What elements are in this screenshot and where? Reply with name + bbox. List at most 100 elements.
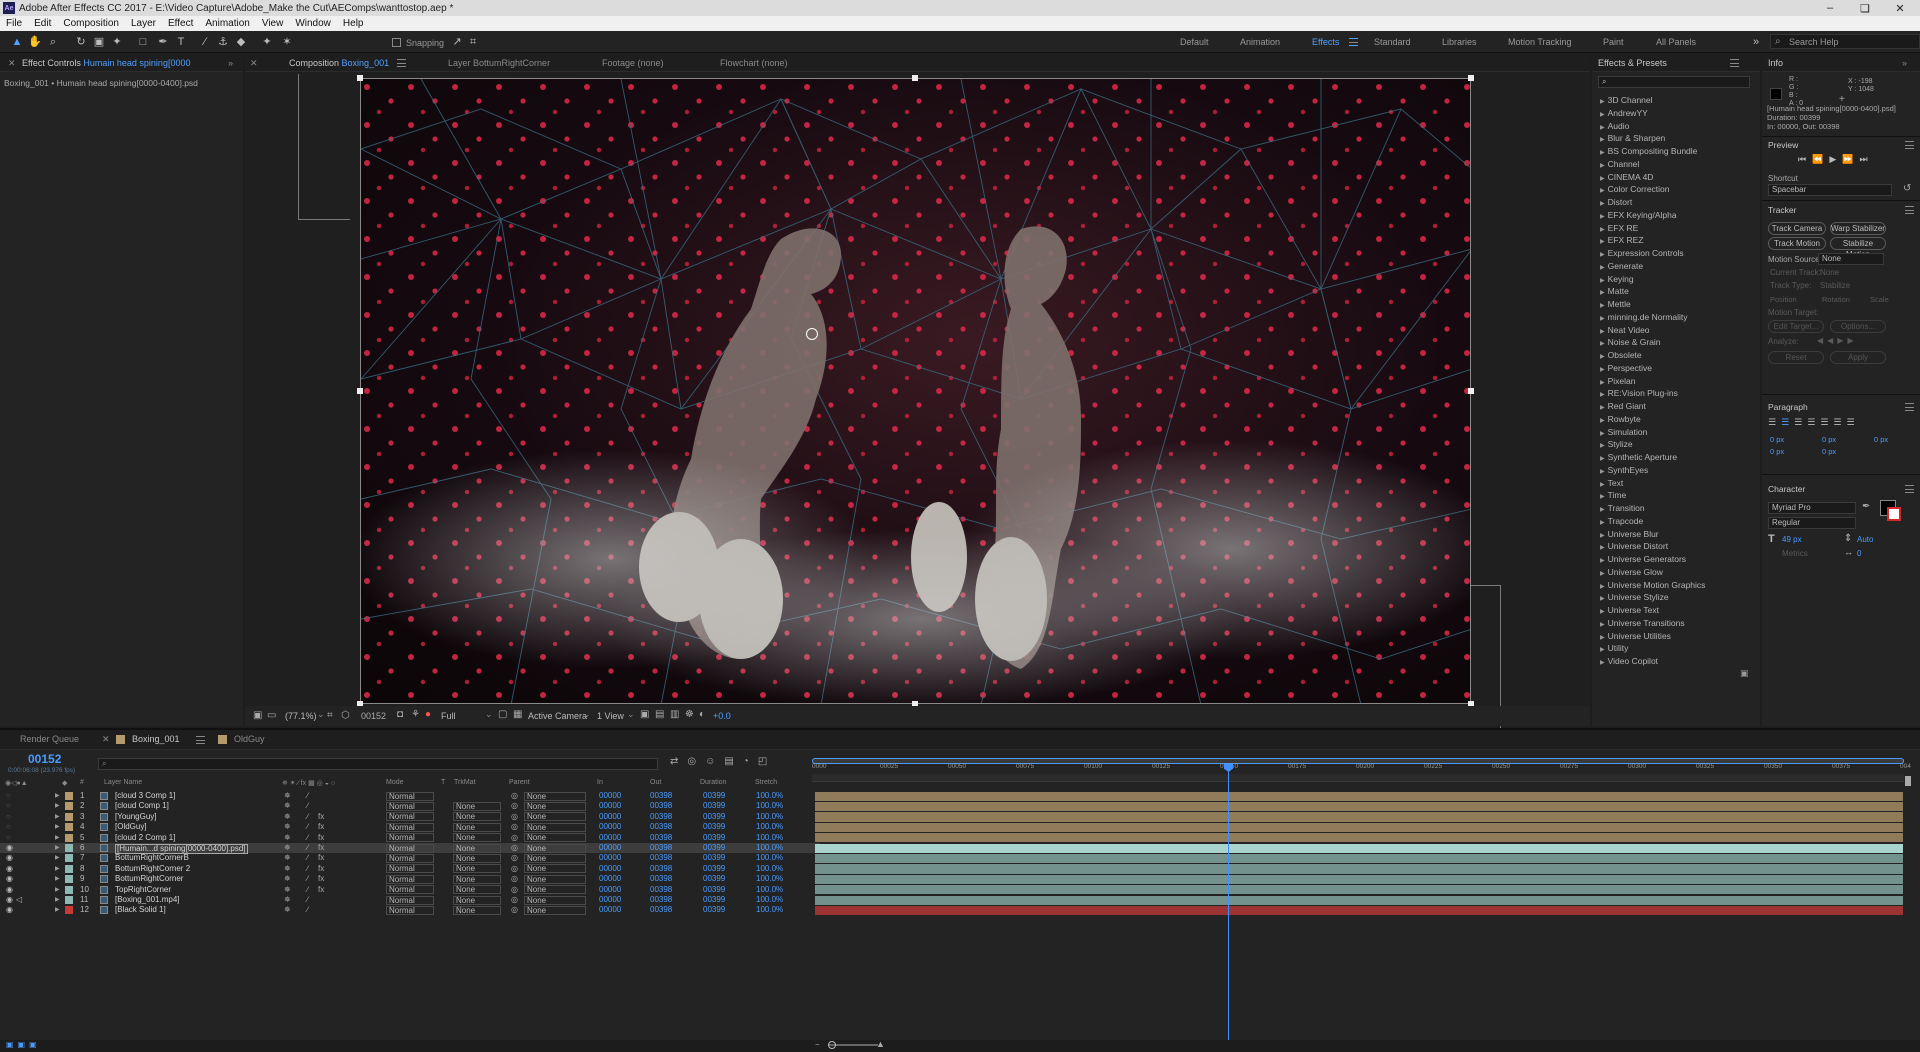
menu-effect[interactable]: Effect [168, 18, 193, 29]
zoom-out-icon[interactable]: − [815, 1040, 820, 1049]
info-overflow-icon[interactable]: » [1902, 58, 1907, 68]
space-before-value[interactable]: 0 px [1770, 447, 1784, 456]
indent-right-value[interactable]: 0 px [1874, 435, 1888, 444]
effects-category-item[interactable]: Universe Glow [1600, 566, 1756, 579]
workspace-libraries[interactable]: Libraries [1442, 37, 1477, 47]
workspace-menu-icon[interactable] [1349, 38, 1358, 46]
shy-layers-icon[interactable]: ☺ [705, 756, 724, 767]
menu-view[interactable]: View [262, 18, 284, 29]
handle-top-right[interactable] [1468, 75, 1474, 81]
column-t[interactable]: T [441, 779, 445, 786]
close-tab-icon[interactable]: ✕ [8, 58, 16, 69]
menu-composition[interactable]: Composition [63, 18, 119, 29]
fast-previews-icon[interactable]: ▤ [655, 709, 664, 720]
show-snapshot-icon[interactable]: ⚘ [411, 709, 420, 720]
menu-help[interactable]: Help [343, 18, 364, 29]
selection-tool-icon[interactable]: ▲ [10, 35, 24, 49]
effects-category-item[interactable]: RE:Vision Plug-ins [1600, 387, 1756, 400]
tab-flowchart[interactable]: Flowchart (none) [720, 58, 788, 68]
type-tool-icon[interactable]: T [174, 35, 188, 49]
eyedropper-icon[interactable]: ✒ [1862, 501, 1870, 512]
tab-oldguy[interactable]: OldGuy [234, 734, 265, 744]
timeline-icon[interactable]: ▥ [670, 709, 679, 720]
snapping-checkbox[interactable] [392, 38, 401, 47]
workspace-animation[interactable]: Animation [1240, 37, 1280, 47]
column-mode[interactable]: Mode [386, 779, 404, 786]
indent-first-value[interactable]: 0 px [1822, 435, 1836, 444]
effects-category-item[interactable]: Synthetic Aperture [1600, 451, 1756, 464]
effects-category-item[interactable]: Text [1600, 477, 1756, 490]
play-icon[interactable]: ▶ [1829, 154, 1842, 164]
tab-footage[interactable]: Footage (none) [602, 58, 664, 68]
tab-composition[interactable]: Composition Boxing_001 [289, 58, 389, 68]
layer-duration-bar[interactable] [815, 885, 1903, 895]
layer-duration-bar[interactable] [815, 895, 1903, 905]
last-frame-icon[interactable]: ⏭ [1859, 154, 1873, 164]
region-of-interest-icon[interactable]: ▢ [498, 709, 507, 720]
font-size-value[interactable]: 49 px [1782, 535, 1802, 544]
snap-edges-icon[interactable]: ↗ [450, 35, 464, 49]
effects-category-item[interactable]: Generate [1600, 260, 1756, 273]
effects-category-item[interactable]: Pixelan [1600, 375, 1756, 388]
timeline-zoom-handle[interactable] [828, 1041, 836, 1049]
effects-category-item[interactable]: Neat Video [1600, 324, 1756, 337]
zoom-in-icon[interactable]: ▲ [876, 1039, 885, 1049]
effects-category-item[interactable]: Universe Transitions [1600, 617, 1756, 630]
layer-duration-bar[interactable] [815, 822, 1903, 833]
character-menu-icon[interactable] [1905, 485, 1914, 493]
toggle-pixel-aspect-icon[interactable]: ▣ [640, 709, 649, 720]
hand-tool-icon[interactable]: ✋ [28, 35, 42, 49]
layer-duration-bar[interactable] [815, 853, 1903, 864]
column-layer-name[interactable]: Layer Name [104, 779, 142, 786]
scale-checkbox[interactable]: Scale [1870, 295, 1889, 304]
zoom-tool-icon[interactable]: ⌕ [46, 35, 60, 49]
position-checkbox[interactable]: Position [1770, 295, 1797, 304]
justify-right-icon[interactable]: ☰ [1833, 417, 1846, 427]
apply-tracker-button[interactable]: Apply [1830, 351, 1886, 364]
menu-animation[interactable]: Animation [205, 18, 249, 29]
reset-shortcut-icon[interactable]: ↺ [1903, 183, 1911, 194]
workspace-all-panels[interactable]: All Panels [1656, 37, 1696, 47]
camera-dropdown[interactable]: Active Camera [528, 711, 587, 721]
paragraph-menu-icon[interactable] [1905, 403, 1914, 411]
flowchart-icon[interactable]: ☸ [685, 709, 694, 720]
workspace-paint[interactable]: Paint [1603, 37, 1624, 47]
rotate-tool-icon[interactable]: ↻ [74, 35, 88, 49]
close-viewer-tab-icon[interactable]: ✕ [250, 58, 258, 69]
reset-tracker-button[interactable]: Reset [1768, 351, 1824, 364]
column-trkmat[interactable]: TrkMat [454, 779, 476, 786]
effects-category-item[interactable]: Transition [1600, 502, 1756, 515]
mask-visibility-icon[interactable]: ⬡ [341, 710, 350, 721]
column-in[interactable]: In [597, 779, 603, 786]
leading-value[interactable]: Auto [1857, 535, 1873, 544]
timeline-search-input[interactable]: ⌕ [98, 758, 658, 770]
tab-render-queue[interactable]: Render Queue [20, 734, 79, 744]
analyze-controls-icon[interactable]: ◀◀▶▶ [1817, 336, 1858, 345]
effects-category-item[interactable]: Distort [1600, 196, 1756, 209]
next-frame-icon[interactable]: ⏩ [1842, 154, 1859, 164]
effects-category-item[interactable]: BS Compositing Bundle [1600, 145, 1756, 158]
resolution-dropdown[interactable]: Full [441, 711, 456, 721]
justify-center-icon[interactable]: ☰ [1820, 417, 1833, 427]
always-preview-icon[interactable]: ▣ [253, 710, 262, 721]
roto-brush-tool-icon[interactable]: ✦ [260, 35, 274, 49]
edit-target-button[interactable]: Edit Target... [1768, 320, 1824, 333]
tab-effect-controls[interactable]: Effect Controls Humain head spining[0000 [22, 58, 190, 68]
effects-category-item[interactable]: Matte [1600, 285, 1756, 298]
current-time-display[interactable]: 00152 [361, 711, 386, 721]
effects-category-item[interactable]: EFX REZ [1600, 234, 1756, 247]
font-style-dropdown[interactable]: Regular [1768, 517, 1856, 529]
layer-duration-bar[interactable] [815, 791, 1903, 801]
font-family-dropdown[interactable]: Myriad Pro [1768, 502, 1856, 514]
safe-zones-icon[interactable]: ⌗ [327, 710, 333, 721]
justify-all-icon[interactable]: ☰ [1846, 417, 1859, 427]
zoom-dropdown[interactable]: (77.1%) [285, 711, 317, 721]
handle-middle-left[interactable] [357, 388, 363, 394]
new-preset-icon[interactable]: ▣ [1740, 668, 1749, 679]
clone-stamp-tool-icon[interactable]: ⚓ [216, 35, 230, 49]
layer-duration-bar[interactable] [815, 801, 1903, 812]
effects-category-item[interactable]: Time [1600, 489, 1756, 502]
effects-category-item[interactable]: Obsolete [1600, 349, 1756, 362]
kerning-value[interactable]: Metrics [1782, 549, 1808, 558]
rectangle-tool-icon[interactable]: □ [136, 35, 150, 49]
